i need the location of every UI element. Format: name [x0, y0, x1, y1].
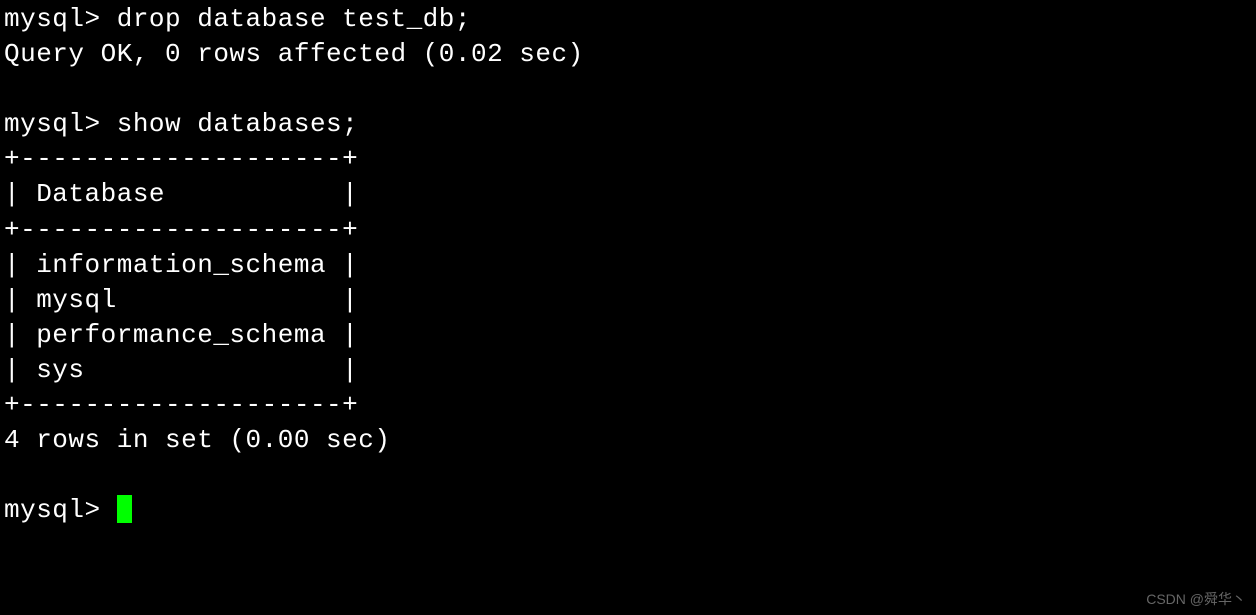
prompt: mysql> — [4, 109, 117, 139]
table-border-mid: +--------------------+ — [4, 213, 1252, 248]
result-line-2: 4 rows in set (0.00 sec) — [4, 423, 1252, 458]
command-text: drop database test_db; — [117, 4, 471, 34]
table-row: | information_schema | — [4, 248, 1252, 283]
result-line-1: Query OK, 0 rows affected (0.02 sec) — [4, 37, 1252, 72]
table-row: | mysql | — [4, 283, 1252, 318]
blank-line — [4, 458, 1252, 493]
cursor-icon — [117, 495, 132, 523]
watermark: CSDN @舜华丶 — [1146, 590, 1246, 609]
command-text: show databases; — [117, 109, 359, 139]
table-border-bottom: +--------------------+ — [4, 388, 1252, 423]
table-row: | performance_schema | — [4, 318, 1252, 353]
prompt-line[interactable]: mysql> — [4, 493, 1252, 528]
table-border-top: +--------------------+ — [4, 142, 1252, 177]
command-line-1: mysql> drop database test_db; — [4, 2, 1252, 37]
command-line-2: mysql> show databases; — [4, 107, 1252, 142]
table-row: | sys | — [4, 353, 1252, 388]
prompt: mysql> — [4, 495, 117, 525]
table-header: | Database | — [4, 177, 1252, 212]
terminal-output: mysql> drop database test_db; Query OK, … — [4, 2, 1252, 528]
prompt: mysql> — [4, 4, 117, 34]
blank-line — [4, 72, 1252, 107]
